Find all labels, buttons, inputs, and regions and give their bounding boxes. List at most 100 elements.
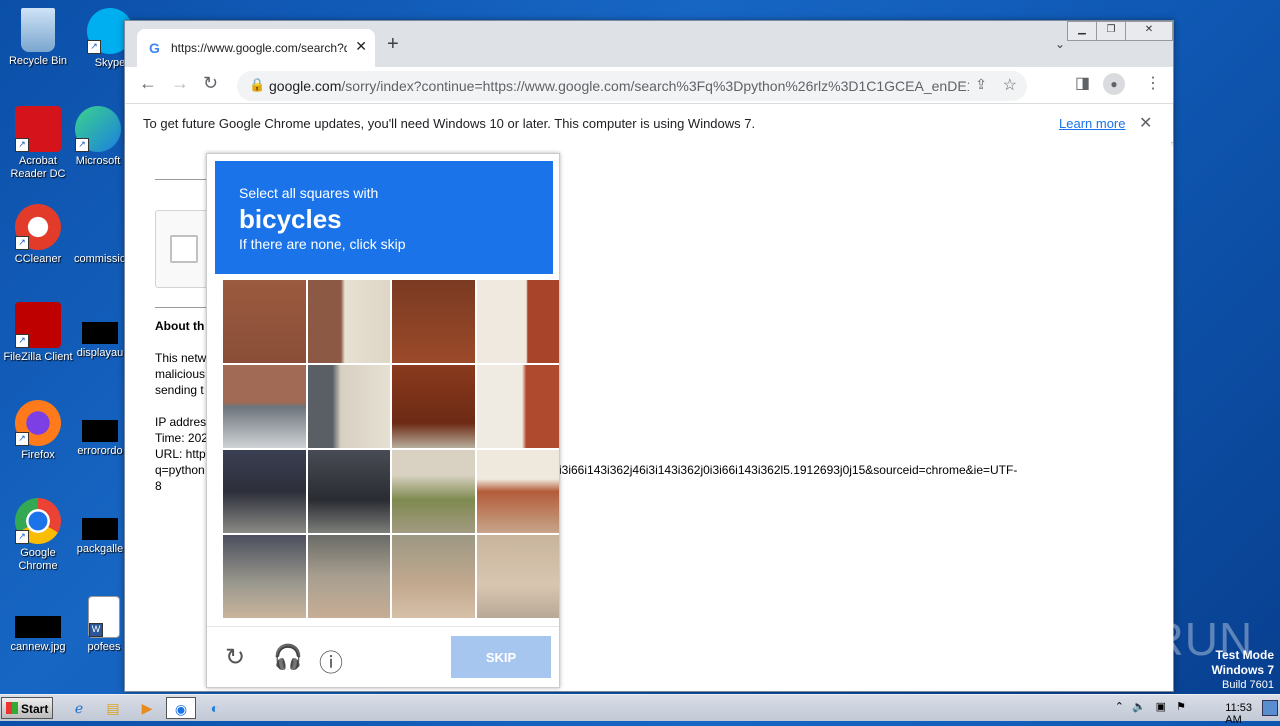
chrome-icon: ↗ xyxy=(15,498,61,544)
restore-button[interactable]: ❐ xyxy=(1096,21,1126,41)
url-line: URL: http xyxy=(155,447,206,461)
desktop-icon-label: CCleaner xyxy=(14,253,62,265)
show-desktop-button[interactable] xyxy=(1262,700,1278,716)
tab-search-chevron-down-icon[interactable]: ⌄ xyxy=(1055,37,1065,51)
grid-tile-6[interactable] xyxy=(307,365,390,448)
forward-arrow-icon[interactable]: → xyxy=(171,73,189,94)
file-icon xyxy=(77,204,123,250)
ip-address-line: IP addres xyxy=(155,415,207,429)
start-button[interactable]: Start xyxy=(1,697,53,719)
back-arrow-icon[interactable]: ← xyxy=(139,73,157,94)
tab-google-search[interactable]: G https://www.google.com/search?q= ✕ xyxy=(137,29,375,67)
desktop-icon-label: cannew.jpg xyxy=(10,641,66,653)
reload-challenge-icon[interactable]: ↻ xyxy=(225,643,245,672)
address-url: google.com/sorry/index?continue=https://… xyxy=(269,78,969,94)
grid-tile-10[interactable] xyxy=(307,450,390,533)
desktop-icon-label: Skype xyxy=(94,57,126,69)
about-heading: About th xyxy=(155,319,205,333)
close-window-button[interactable]: ✕ xyxy=(1125,21,1173,41)
image-grid xyxy=(223,280,559,618)
reload-icon[interactable]: ↻ xyxy=(203,73,218,94)
taskbar: Start ℯ ▤ ▶ ◉ ◐ ⌃ 🔈 ▣ ⚑ 11:53 AM xyxy=(0,694,1280,726)
acrobat-icon: ↗ xyxy=(15,106,61,152)
skip-button[interactable]: SKIP xyxy=(451,636,551,678)
browser-toolbar: ← → ↻ 🔒 google.com/sorry/index?continue=… xyxy=(125,67,1173,104)
grid-tile-8[interactable] xyxy=(476,365,559,448)
grid-tile-1[interactable] xyxy=(223,280,306,363)
tab-strip: G https://www.google.com/search?q= ✕ + ⌄… xyxy=(125,21,1173,67)
taskbar-edge-icon[interactable]: ◐ xyxy=(200,697,230,719)
side-panel-icon[interactable]: ◨ xyxy=(1075,73,1090,93)
challenge-hint: If there are none, click skip xyxy=(239,236,406,252)
taskbar-explorer-icon[interactable]: ▤ xyxy=(98,697,128,719)
desktop-icon-cannew[interactable]: cannew.jpg xyxy=(0,596,76,654)
challenge-footer: ↻ 🎧 ⓘ SKIP xyxy=(207,626,559,688)
grid-tile-16[interactable] xyxy=(476,535,559,618)
word-document-icon: W xyxy=(88,596,120,638)
tab-close-icon[interactable]: ✕ xyxy=(355,38,367,55)
recaptcha-challenge: Select all squares with bicycles If ther… xyxy=(206,153,560,688)
grid-tile-12[interactable] xyxy=(476,450,559,533)
url-tail-text: i3i66i143i362j46i3i143i362j0i3i66i143i36… xyxy=(559,463,1018,477)
clock[interactable]: 11:53 AM xyxy=(1225,702,1252,726)
challenge-target: bicycles xyxy=(239,204,342,234)
desktop-icon-label: Google Chrome xyxy=(18,547,58,572)
menu-kebab-icon[interactable]: ⋮ xyxy=(1145,73,1161,93)
desktop-icon-label: pofees xyxy=(87,641,121,653)
watermark-windows-version: Windows 7 xyxy=(1211,663,1274,677)
volume-icon[interactable]: 🔈 xyxy=(1132,700,1146,713)
desktop-icon-label: errorordo xyxy=(77,445,123,457)
update-infobar: To get future Google Chrome updates, you… xyxy=(125,104,1173,143)
infobar-message: To get future Google Chrome updates, you… xyxy=(143,116,756,131)
recycle-bin-icon xyxy=(21,8,55,52)
redacted-image-icon xyxy=(15,616,61,638)
action-center-flag-icon[interactable]: ⚑ xyxy=(1176,700,1186,713)
tab-title: https://www.google.com/search?q= xyxy=(171,41,347,55)
grid-tile-14[interactable] xyxy=(307,535,390,618)
watermark-build: Build 7601 xyxy=(1222,679,1274,691)
desktop-icon-label: displayau xyxy=(76,347,124,359)
about-text-line: malicious xyxy=(155,367,206,381)
network-icon[interactable]: ▣ xyxy=(1156,700,1166,713)
google-favicon-icon: G xyxy=(149,40,160,56)
redacted-file-icon xyxy=(82,322,118,344)
taskbar-ie-icon[interactable]: ℯ xyxy=(64,697,94,719)
challenge-instruction: Select all squares with xyxy=(239,185,379,201)
desktop-icon-label: Recycle Bin xyxy=(8,55,68,67)
grid-tile-4[interactable] xyxy=(476,280,559,363)
watermark-test-mode: Test Mode xyxy=(1215,648,1274,662)
desktop-icon-label: commissio xyxy=(74,253,126,265)
grid-tile-15[interactable] xyxy=(392,535,475,618)
audio-headphones-icon[interactable]: 🎧 xyxy=(273,643,303,672)
firefox-icon: ↗ xyxy=(15,400,61,446)
taskbar-media-player-icon[interactable]: ▶ xyxy=(132,697,162,719)
url-domain: google.com xyxy=(269,78,342,94)
grid-tile-5[interactable] xyxy=(223,365,306,448)
new-tab-button[interactable]: + xyxy=(387,33,399,56)
tray-expand-icon[interactable]: ⌃ xyxy=(1115,700,1124,713)
grid-tile-13[interactable] xyxy=(223,535,306,618)
bookmark-star-icon[interactable]: ☆ xyxy=(1003,75,1017,95)
grid-tile-2[interactable] xyxy=(307,280,390,363)
learn-more-link[interactable]: Learn more xyxy=(1059,116,1125,131)
url-path: /sorry/index?continue=https://www.google… xyxy=(341,78,969,94)
grid-tile-9[interactable] xyxy=(223,450,306,533)
grid-tile-3[interactable] xyxy=(392,280,475,363)
share-icon[interactable]: ⇪ xyxy=(975,76,987,93)
recaptcha-checkbox[interactable] xyxy=(170,235,198,263)
windows-flag-icon xyxy=(6,702,18,714)
grid-tile-11[interactable] xyxy=(392,450,475,533)
window-controls: ▁ ❐ ✕ xyxy=(1067,21,1173,41)
taskbar-chrome-icon[interactable]: ◉ xyxy=(166,697,196,719)
url-tail-text: 8 xyxy=(155,479,162,493)
address-bar[interactable]: 🔒 google.com/sorry/index?continue=https:… xyxy=(237,71,1027,101)
desktop-icon-recycle-bin[interactable]: Recycle Bin xyxy=(0,8,76,68)
minimize-button[interactable]: ▁ xyxy=(1067,21,1097,41)
info-icon[interactable]: ⓘ xyxy=(319,643,343,678)
lock-icon[interactable]: 🔒 xyxy=(249,77,265,93)
redacted-file-icon xyxy=(82,518,118,540)
profile-avatar-icon[interactable]: ● xyxy=(1103,73,1125,95)
grid-tile-7[interactable] xyxy=(392,365,475,448)
infobar-close-icon[interactable]: ✕ xyxy=(1139,113,1152,133)
about-text-line: This netw xyxy=(155,351,207,365)
